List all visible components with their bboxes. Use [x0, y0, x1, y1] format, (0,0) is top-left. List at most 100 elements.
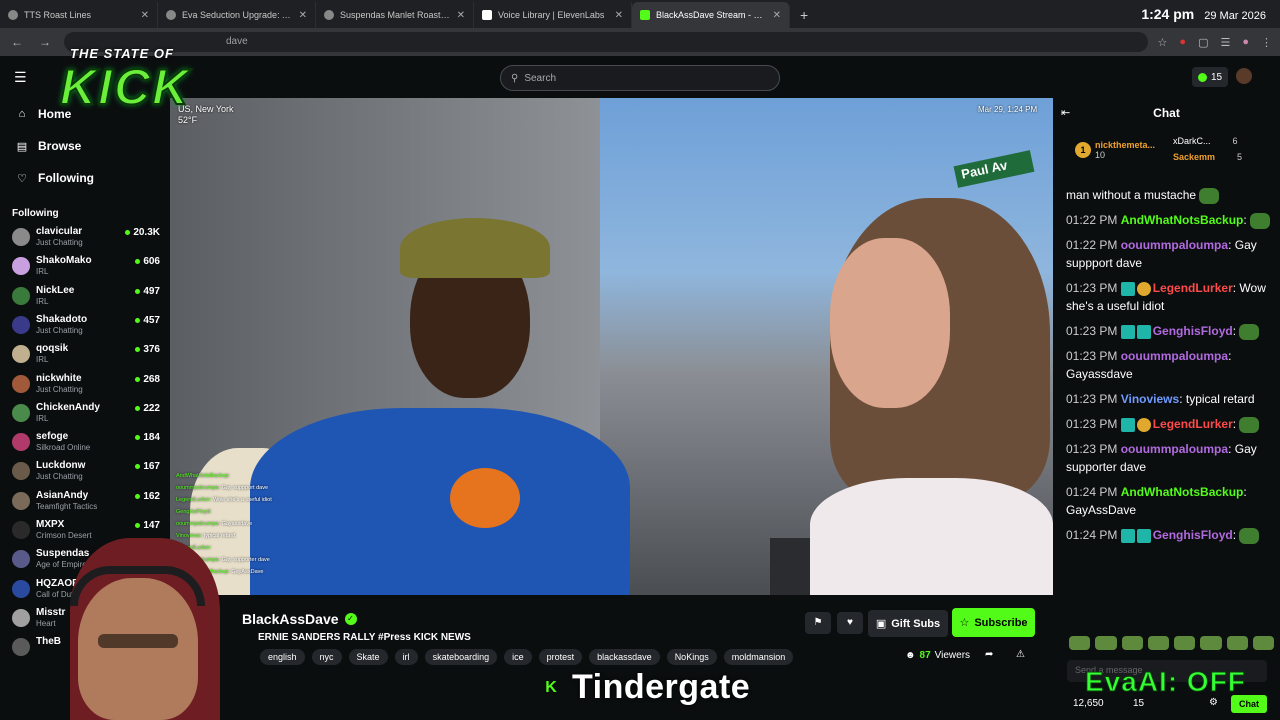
viewer-count: 376: [135, 344, 160, 355]
message-username[interactable]: oouummpaloumpa: [1121, 349, 1228, 363]
close-tab-icon[interactable]: ✕: [299, 10, 307, 21]
emote[interactable]: [1200, 636, 1222, 650]
following-channel-chickenandy[interactable]: ChickenAndy IRL 222: [12, 401, 162, 430]
emote[interactable]: [1069, 636, 1091, 650]
star-icon: ☆: [959, 617, 970, 629]
browser-menu-icon[interactable]: ⋮: [1261, 36, 1272, 49]
kick-coins-button[interactable]: 15: [1192, 67, 1228, 87]
chat-header: Chat: [1153, 106, 1180, 120]
stream-tag[interactable]: blackassdave: [589, 649, 660, 665]
channel-points[interactable]: 12,650: [1073, 698, 1104, 709]
avatar: [12, 491, 30, 510]
emote[interactable]: [1226, 636, 1248, 650]
avatar: [12, 521, 30, 539]
message-username[interactable]: GenghisFloyd: [1153, 528, 1233, 542]
following-channel-qoqsik[interactable]: qoqsik IRL 376: [12, 342, 162, 371]
extensions: ☆ ● ▢ ☰ ● ⋮: [1158, 36, 1272, 49]
browser-tab[interactable]: BlackAssDave Stream - Wat ✕: [632, 2, 790, 28]
emote-icon: [1239, 527, 1260, 544]
following-channel-shakomako[interactable]: ShakoMako IRL 606: [12, 254, 162, 283]
following-channel-shakadoto[interactable]: Shakadoto Just Chatting 457: [12, 313, 162, 342]
emote[interactable]: [1147, 636, 1169, 650]
emote[interactable]: [1252, 636, 1274, 650]
channel-name: MXPX: [36, 519, 65, 530]
subscribe-button[interactable]: ☆ Subscribe: [952, 608, 1035, 637]
stream-tag[interactable]: ice: [504, 649, 532, 665]
close-tab-icon[interactable]: ✕: [141, 10, 149, 21]
close-tab-icon[interactable]: ✕: [615, 10, 623, 21]
star-icon[interactable]: ☆: [1158, 36, 1168, 49]
chat-message: 01:23 PM Vinoviews: typical retard: [1066, 392, 1255, 406]
follow-heart-button[interactable]: ♥: [837, 612, 863, 634]
message-username[interactable]: AndWhatNotsBackup: [1121, 213, 1244, 227]
rank-badge: 1: [1075, 142, 1091, 158]
stream-tag[interactable]: Skate: [348, 649, 388, 665]
avatar: [12, 257, 30, 276]
new-tab-button[interactable]: +: [790, 2, 818, 28]
viewer-count: 184: [135, 432, 160, 443]
back-icon[interactable]: ←: [8, 35, 26, 49]
gear-icon[interactable]: ⚙: [1209, 697, 1218, 708]
following-channel-clavicular[interactable]: clavicular Just Chatting 20.3K: [12, 225, 162, 254]
user-avatar[interactable]: [1236, 68, 1252, 84]
emote[interactable]: [1121, 636, 1143, 650]
extensions-icon[interactable]: ▢: [1198, 36, 1208, 49]
message-timestamp: 01:23 PM: [1066, 349, 1118, 363]
sidebar-item-following[interactable]: ♡ Following: [16, 171, 94, 185]
profile-icon[interactable]: ●: [1242, 36, 1249, 49]
woman-figure: [790, 198, 1053, 595]
browser-tab[interactable]: Voice Library | ElevenLabs ✕: [474, 2, 632, 28]
channel-category: Silkroad Online: [36, 443, 91, 453]
system-clock: 1:24 pm 29 Mar 2026: [1141, 6, 1266, 22]
message-username[interactable]: Vinoviews: [1121, 392, 1179, 406]
chat-message: man without a mustache: [1066, 186, 1274, 204]
channel-category: Just Chatting: [36, 472, 83, 482]
following-channel-nicklee[interactable]: NickLee IRL 497: [12, 284, 162, 313]
stream-tag[interactable]: moldmansion: [723, 649, 794, 665]
browser-tab[interactable]: Suspendas Manlet Roasts & TT ✕: [316, 2, 474, 28]
message-username[interactable]: LegendLurker: [1153, 417, 1233, 431]
channel-category: IRL: [36, 355, 49, 365]
url-field[interactable]: dave: [64, 32, 1148, 52]
message-username[interactable]: oouummpaloumpa: [1121, 238, 1228, 252]
emote[interactable]: [1095, 636, 1117, 650]
message-username[interactable]: AndWhatNotsBackup: [1121, 485, 1244, 499]
message-timestamp: 01:23 PM: [1066, 281, 1118, 295]
subscriber-badge-icon: [1120, 528, 1135, 543]
notification-bell-button[interactable]: ⚑: [805, 612, 831, 634]
stream-tag[interactable]: protest: [538, 649, 583, 665]
search-input[interactable]: ⚲ Search: [500, 65, 780, 91]
sidebar-toggle-icon[interactable]: ☰: [1220, 36, 1230, 49]
state-of-kick-logo: THE STATE OF KICK: [30, 24, 220, 134]
video-timestamp: Mar 29, 1:24 PM: [978, 105, 1038, 114]
stream-tag[interactable]: NoKings: [666, 649, 717, 665]
report-icon[interactable]: ⚠: [1016, 649, 1025, 660]
extension-record-icon[interactable]: ●: [1179, 36, 1186, 49]
leaderboard-name: Sackemm: [1173, 152, 1216, 162]
message-username[interactable]: LegendLurker: [1153, 281, 1233, 295]
message-username[interactable]: oouummpaloumpa: [1121, 442, 1228, 456]
sidebar-item-browse[interactable]: ▤ Browse: [16, 139, 82, 153]
overlay-chat-text: Gayassdave: [221, 521, 253, 527]
stream-tag[interactable]: skateboarding: [424, 649, 498, 665]
tab-title: TTS Roast Lines: [24, 10, 92, 20]
menu-icon[interactable]: ☰: [14, 69, 27, 86]
following-channel-asianandy[interactable]: AsianAndy Teamfight Tactics 162: [12, 489, 162, 518]
emote-icon: [1250, 212, 1271, 229]
coins-count: 15: [1210, 71, 1223, 83]
kick-k-icon: K: [540, 676, 562, 699]
share-icon[interactable]: ➦: [985, 649, 993, 660]
close-tab-icon[interactable]: ✕: [773, 10, 781, 21]
stream-tag[interactable]: irl: [394, 649, 418, 665]
following-channel-sefoge[interactable]: sefoge Silkroad Online 184: [12, 430, 162, 459]
emote[interactable]: [1174, 636, 1196, 650]
following-channel-luckdonw[interactable]: Luckdonw Just Chatting 167: [12, 459, 162, 488]
following-channel-nickwhite[interactable]: nickwhite Just Chatting 268: [12, 372, 162, 401]
leaderboard-count: 6: [1232, 136, 1238, 146]
close-tab-icon[interactable]: ✕: [457, 10, 465, 21]
gift-icon: ▣: [875, 618, 887, 630]
channel-category: Just Chatting: [36, 325, 83, 335]
gift-subs-button[interactable]: ▣ Gift Subs: [868, 610, 948, 637]
message-username[interactable]: GenghisFloyd: [1153, 324, 1233, 338]
stream-tag[interactable]: nyc: [311, 649, 342, 665]
